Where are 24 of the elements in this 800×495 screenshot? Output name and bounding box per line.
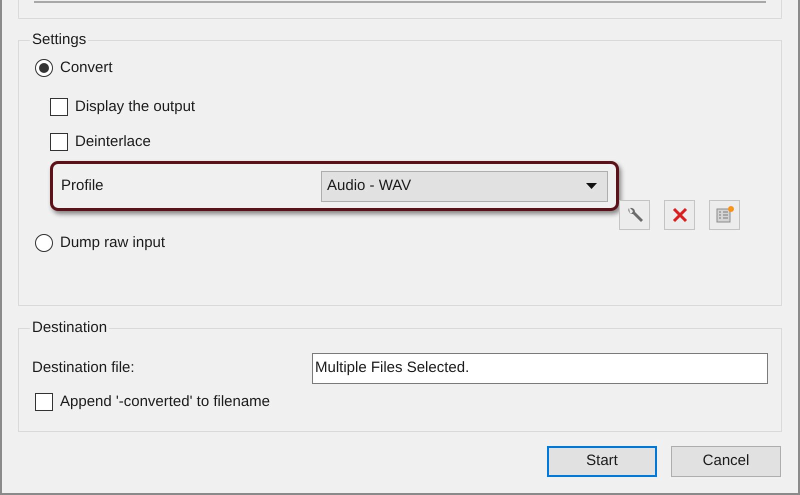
close-icon (672, 207, 688, 223)
destination-field[interactable]: Multiple Files Selected. (312, 353, 768, 384)
list-icon (714, 205, 734, 225)
checkbox[interactable] (50, 98, 68, 116)
group-title: Settings (30, 31, 88, 49)
checkbox[interactable] (35, 393, 53, 411)
checkbox-label: Append '-converted' to filename (60, 392, 270, 412)
radio-button[interactable] (35, 59, 53, 77)
profile-dropdown[interactable]: Audio - WAV (321, 170, 608, 202)
edit-profile-button[interactable] (619, 200, 650, 230)
checkbox[interactable] (50, 133, 68, 151)
new-profile-button[interactable] (709, 200, 740, 230)
radio-label: Convert (60, 58, 113, 78)
radio-button[interactable] (35, 234, 53, 252)
radio-label: Dump raw input (60, 232, 166, 253)
wrench-icon (626, 206, 644, 224)
destination-label: Destination file: (32, 358, 136, 378)
dropdown-arrow-icon (586, 183, 597, 189)
delete-profile-button[interactable] (664, 200, 695, 230)
cancel-button[interactable]: Cancel (671, 446, 781, 477)
profile-label: Profile (61, 176, 105, 196)
checkbox-label: Display the output (75, 96, 196, 117)
checkbox-label: Deinterlace (75, 132, 151, 152)
start-button[interactable]: Start (547, 446, 657, 477)
